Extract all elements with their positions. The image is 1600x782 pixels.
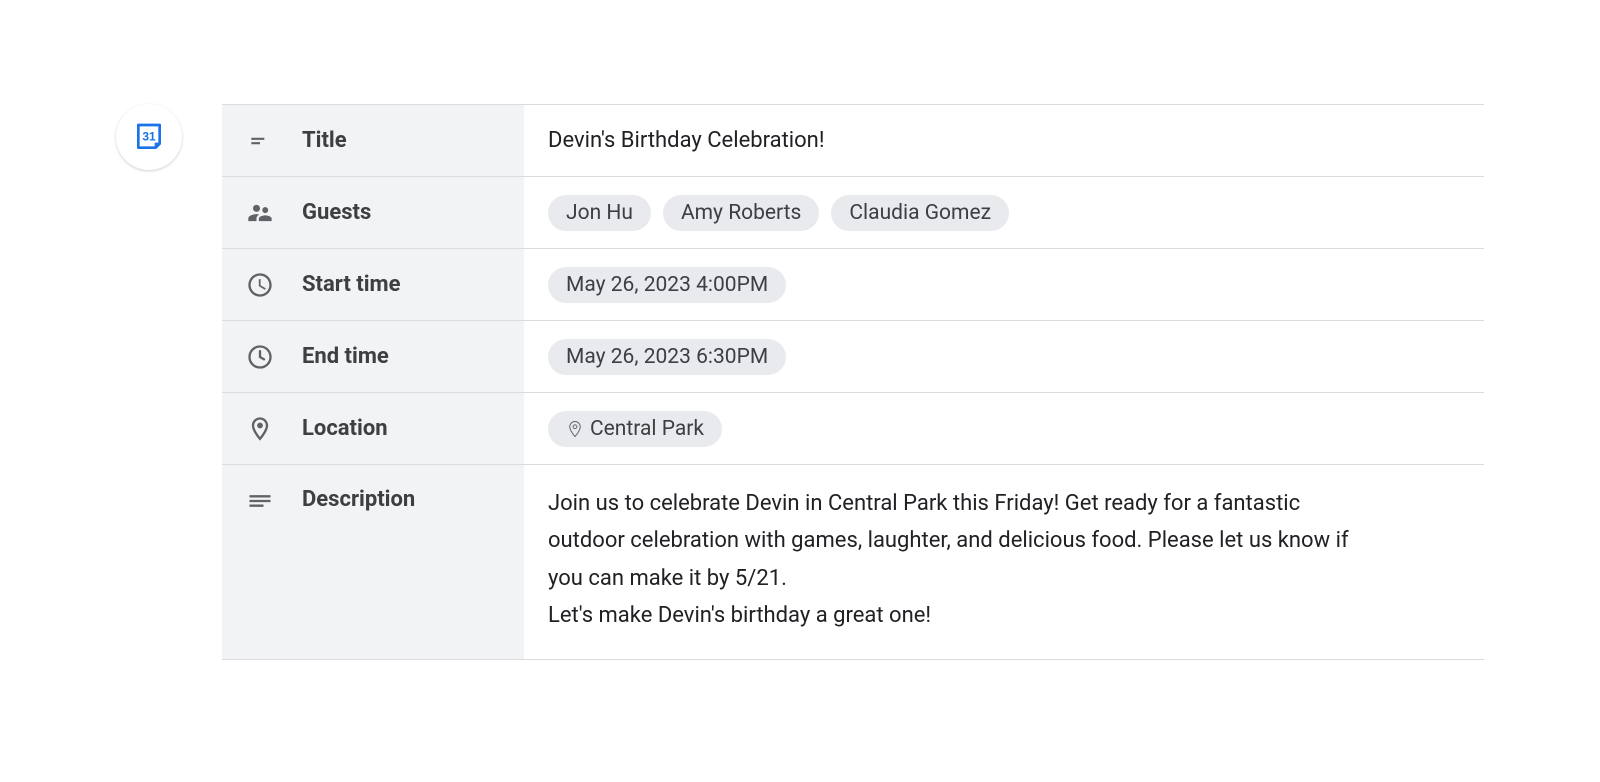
description-row: Description Join us to celebrate Devin i… [222,465,1484,660]
start-time-chip[interactable]: May 26, 2023 4:00PM [548,267,786,303]
calendar-app-badge: 31 [116,104,182,170]
title-row: Title Devin's Birthday Celebration! [222,105,1484,177]
end-time-label: End time [302,344,389,369]
title-value: Devin's Birthday Celebration! [548,128,825,153]
description-value-cell[interactable]: Join us to celebrate Devin in Central Pa… [524,465,1484,659]
guests-label-cell: Guests [222,177,524,248]
location-pin-icon [246,415,274,443]
end-time-row: End time May 26, 2023 6:30PM [222,321,1484,393]
start-time-label-cell: Start time [222,249,524,320]
description-icon [246,487,274,515]
location-row: Location Central Park [222,393,1484,465]
guest-chip[interactable]: Amy Roberts [663,195,819,231]
guests-label: Guests [302,200,371,225]
description-value: Join us to celebrate Devin in Central Pa… [548,485,1378,635]
description-label: Description [302,487,415,512]
title-value-cell[interactable]: Devin's Birthday Celebration! [524,105,1484,176]
svg-text:31: 31 [142,129,156,143]
clock-outline-icon [246,343,274,371]
title-icon [246,127,274,155]
location-value-cell[interactable]: Central Park [524,393,1484,464]
calendar-icon: 31 [133,121,165,153]
end-time-chip[interactable]: May 26, 2023 6:30PM [548,339,786,375]
title-label-cell: Title [222,105,524,176]
chip-pin-icon [566,420,584,438]
end-time-label-cell: End time [222,321,524,392]
end-time-value-cell[interactable]: May 26, 2023 6:30PM [524,321,1484,392]
description-paragraph: Let's make Devin's birthday a great one! [548,597,1378,634]
event-details-table: Title Devin's Birthday Celebration! Gues… [222,104,1484,660]
people-icon [246,199,274,227]
title-label: Title [302,128,347,153]
guest-chip[interactable]: Claudia Gomez [831,195,1009,231]
description-paragraph: Join us to celebrate Devin in Central Pa… [548,485,1378,597]
guests-value-cell[interactable]: Jon Hu Amy Roberts Claudia Gomez [524,177,1484,248]
location-label: Location [302,416,388,441]
location-chip[interactable]: Central Park [548,411,722,447]
location-label-cell: Location [222,393,524,464]
clock-icon [246,271,274,299]
guest-chip[interactable]: Jon Hu [548,195,651,231]
start-time-value-cell[interactable]: May 26, 2023 4:00PM [524,249,1484,320]
location-chip-text: Central Park [590,417,704,441]
start-time-row: Start time May 26, 2023 4:00PM [222,249,1484,321]
description-label-cell: Description [222,465,524,659]
guests-row: Guests Jon Hu Amy Roberts Claudia Gomez [222,177,1484,249]
start-time-label: Start time [302,272,400,297]
